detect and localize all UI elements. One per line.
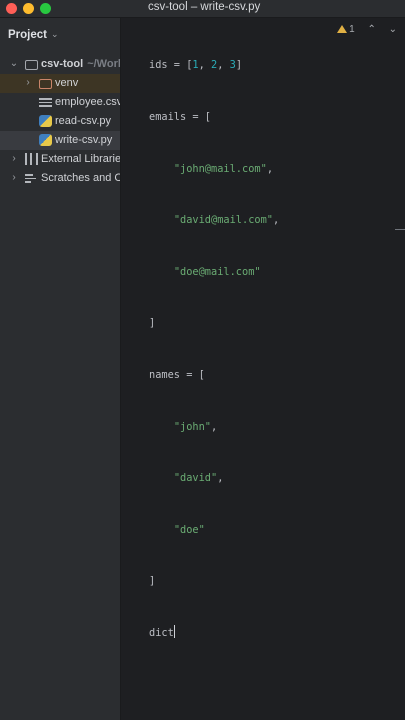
chevron-right-icon[interactable]: › (23, 77, 33, 88)
tree-item-venv[interactable]: › venv (0, 74, 120, 93)
warning-icon (337, 25, 348, 33)
tree-item-label: External Libraries (41, 153, 120, 165)
code-line: "john@mail.com", (173, 162, 274, 175)
code-line-current: dict (149, 624, 175, 639)
code-line: "john", (173, 420, 218, 433)
previous-highlight-icon[interactable]: ⌃ (367, 24, 375, 35)
code-editor[interactable]: 1 ⌃ ⌄ ids = [1, 2, 3] emails = [ "john@m… (121, 18, 405, 720)
minimize-window-button[interactable] (23, 3, 34, 14)
close-window-button[interactable] (6, 3, 17, 14)
text-file-icon (39, 96, 52, 108)
tree-item-path-hint: ~/Work (87, 58, 120, 70)
library-icon (25, 153, 38, 165)
folder-icon (25, 60, 38, 70)
tree-item-employee-csv[interactable]: employee.csv (0, 93, 120, 112)
inspection-widget[interactable]: 1 ⌃ ⌄ (337, 24, 397, 35)
chevron-right-icon[interactable]: › (9, 153, 19, 164)
code-line: "doe" (173, 523, 205, 536)
code-line: ] (149, 575, 156, 588)
folder-icon (39, 79, 52, 89)
scratches-icon (25, 172, 38, 184)
chevron-down-icon[interactable]: ⌄ (9, 58, 19, 69)
code-line: names = [ (149, 368, 205, 381)
chevron-right-icon[interactable]: › (9, 172, 19, 183)
project-sidebar: Project ⌄ ⌄ csv-tool~/Work › venv employe… (0, 18, 121, 720)
tree-item-label: csv-tool (41, 58, 84, 70)
zoom-window-button[interactable] (40, 3, 51, 14)
code-line: ids = [1, 2, 3] (149, 59, 243, 72)
project-view-selector[interactable]: Project ⌄ (8, 29, 59, 41)
tree-item-external-libraries[interactable]: › External Libraries (0, 150, 120, 169)
ide-window: csv-tool – write-csv.py Project ⌄ ⌄ csv-t… (0, 0, 405, 720)
tree-item-label: read-csv.py (55, 115, 112, 127)
window-title: csv-tool – write-csv.py (148, 1, 261, 13)
python-file-icon (39, 115, 52, 127)
python-file-icon (39, 134, 52, 146)
title-bar: csv-tool – write-csv.py (0, 0, 405, 18)
next-highlight-icon[interactable]: ⌄ (389, 24, 397, 35)
project-header-label: Project (8, 29, 47, 41)
code-line: ] (149, 317, 156, 330)
tree-item-scratches[interactable]: › Scratches and C (0, 169, 120, 188)
tree-item-write-csv-py[interactable]: write-csv.py (0, 131, 120, 150)
code-line: "david@mail.com", (173, 214, 280, 227)
chevron-down-icon: ⌄ (51, 29, 59, 39)
text-caret (173, 624, 175, 638)
tree-item-label: write-csv.py (55, 134, 113, 146)
code-content[interactable]: ids = [1, 2, 3] emails = [ "john@mail.co… (149, 23, 279, 677)
warning-count: 1 (349, 24, 355, 35)
scroll-marker (395, 229, 405, 230)
tree-item-read-csv-py[interactable]: read-csv.py (0, 112, 120, 131)
tree-item-csv-tool[interactable]: ⌄ csv-tool~/Work (0, 55, 120, 74)
tree-item-label: Scratches and C (41, 172, 120, 184)
code-line: emails = [ (149, 111, 211, 123)
tree-item-label: venv (55, 77, 79, 89)
code-line: "doe@mail.com" (173, 265, 261, 278)
tree-item-label: employee.csv (55, 96, 120, 108)
code-line: "david", (173, 472, 224, 485)
